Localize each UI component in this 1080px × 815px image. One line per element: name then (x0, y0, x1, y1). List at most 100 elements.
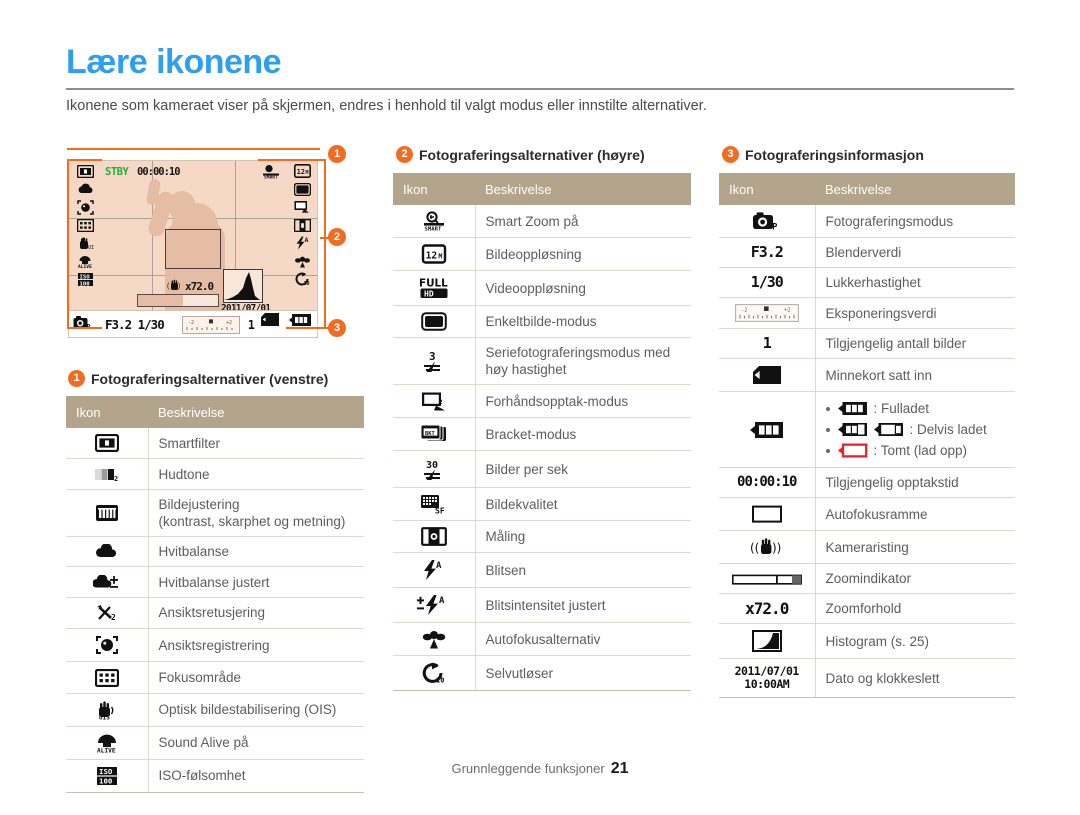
column-header-ikon: Ikon (66, 396, 148, 428)
svg-text:FULL: FULL (419, 278, 448, 290)
row-description: Bilder per sek (475, 450, 691, 488)
svg-text:12: 12 (425, 250, 437, 261)
svg-text:2: 2 (111, 613, 116, 622)
histogram-overlay (223, 269, 263, 303)
callout-marker-3: 3 (328, 319, 346, 337)
svg-text:30: 30 (426, 460, 438, 471)
white-balance-adj-icon (66, 566, 149, 598)
pre-record-icon: 2 (393, 384, 476, 418)
battery-empty-label: : Tomt (lad opp) (873, 443, 968, 459)
table-row: 30 Bilder per sek (393, 450, 691, 488)
battery-partial-label: : Delvis ladet (909, 422, 987, 438)
svg-text:2: 2 (114, 475, 118, 483)
row-description: Blenderverdi (815, 237, 1015, 268)
histogram-icon (719, 623, 816, 660)
svg-text:A: A (436, 561, 442, 571)
svg-text:M: M (438, 252, 442, 260)
table-row: OIS Optisk bildestabilisering (OIS) (66, 693, 364, 727)
table-row: 2 Forhåndsopptak-modus (393, 384, 691, 418)
svg-text:((: (( (750, 541, 759, 555)
battery-low-icon (873, 422, 904, 437)
self-timer-icon: 10 (393, 655, 476, 691)
callout-marker-2: 2 (328, 228, 346, 246)
row-description: Bildekvalitet (475, 487, 691, 521)
row-description: Smartfilter (148, 428, 364, 460)
svg-text:ALIVE: ALIVE (97, 747, 116, 753)
battery-state-full: : Fulladet (825, 398, 1012, 419)
callout-marker-1: 1 (328, 145, 346, 163)
svg-text:-2: -2 (188, 320, 194, 326)
aperture-text: F3.2 (719, 237, 816, 268)
row-description: Seriefotograferingsmodus med høy hastigh… (475, 337, 691, 385)
camera-screen-illustration: OIS ALIVE ISO100 12M A (67, 148, 334, 338)
svg-text:BKT: BKT (425, 431, 435, 437)
row-description: Minnekort satt inn (815, 358, 1015, 393)
face-registration-icon (66, 628, 149, 663)
callout-bracket-right (286, 159, 326, 329)
shooting-info-table: Ikon Beskrivelse P Fotograferingsmodus F… (719, 173, 1015, 699)
date-time-text: 2011/07/01 10:00AM (719, 658, 816, 699)
exposure-scale-icon: -2 +2 (719, 297, 816, 330)
camera-shake-icon: (()) (719, 530, 816, 565)
table-row: SF Bildekvalitet (393, 487, 691, 521)
aperture-shutter-overlay: F3.2 1/30 (105, 317, 165, 332)
row-description: Ansiktsretusjering (148, 597, 364, 630)
metering-icon (393, 520, 476, 553)
section-badge-1: 1 (68, 370, 85, 387)
fps-30-icon: 30 (393, 450, 476, 488)
image-resolution-icon: 12 M (393, 237, 476, 271)
right-options-table: Ikon Beskrivelse SMART Smart Zoom på 12 M… (393, 173, 691, 691)
shots-count-text: 1 (719, 328, 816, 360)
table-row: 2 Ansiktsretusjering (66, 597, 364, 630)
row-description: Hvitbalanse justert (148, 566, 364, 598)
memory-card-icon (719, 358, 816, 393)
svg-text:-2: -2 (741, 308, 748, 314)
section-heading-2: 2 Fotograferingsalternativer (høyre) (396, 146, 645, 163)
row-description: Autofokusramme (815, 497, 1015, 532)
row-description: Histogram (s. 25) (815, 623, 1015, 660)
shots-remaining-overlay: 1 (247, 318, 255, 332)
svg-text:SMART: SMART (424, 227, 441, 231)
smart-filter-icon (66, 428, 149, 460)
bullet-dot (825, 406, 830, 411)
table-row: 3 Seriefotograferingsmodus med høy hasti… (393, 337, 691, 385)
svg-text:OIS: OIS (99, 714, 110, 720)
svg-text:2: 2 (439, 399, 443, 406)
sound-alive-icon: ALIVE (66, 726, 149, 760)
row-description: Fotograferingsmodus (815, 205, 1015, 238)
svg-text:A: A (439, 596, 445, 606)
table-row: Minnekort satt inn (719, 358, 1015, 393)
shutter-text: 1/30 (719, 267, 816, 298)
bullet-dot (825, 448, 830, 453)
ois-icon: OIS (66, 693, 149, 727)
time-text: 10:00AM (744, 677, 790, 692)
table-row: -2 +2 Eksponeringsverdi (719, 297, 1015, 330)
row-description: Måling (475, 520, 691, 553)
column-header-ikon: Ikon (393, 173, 475, 205)
image-quality-icon: SF (393, 487, 476, 521)
battery-empty-icon (837, 443, 868, 458)
white-balance-icon (66, 536, 149, 568)
burst-3fps-icon: 3 (393, 337, 476, 385)
svg-text:P: P (772, 223, 778, 231)
row-description: Optisk bildestabilisering (OIS) (148, 693, 364, 727)
table-header-row: Ikon Beskrivelse (393, 173, 691, 205)
section-badge-2: 2 (396, 146, 413, 163)
section-title-2: Fotograferingsalternativer (høyre) (419, 146, 645, 163)
table-row: Fokusområde (66, 661, 364, 694)
table-row: Smartfilter (66, 428, 364, 460)
row-description: Lukkerhastighet (815, 267, 1015, 298)
svg-text:HD: HD (424, 289, 434, 298)
table-row: 1 Tilgjengelig antall bilder (719, 328, 1015, 360)
table-row: ALIVE Sound Alive på (66, 726, 364, 760)
table-row: SMART Smart Zoom på (393, 205, 691, 238)
row-description: Bildejustering (kontrast, skarphet og me… (148, 489, 364, 537)
table-row: 1/30 Lukkerhastighet (719, 267, 1015, 298)
page-footer: Grunnleggende funksjoner 21 (0, 760, 1080, 778)
row-description: Videooppløsning (475, 270, 691, 306)
table-header-row: Ikon Beskrivelse (719, 173, 1015, 205)
row-description: Dato og klokkeslett (815, 658, 1015, 699)
table-row: BKT Bracket-modus (393, 417, 691, 451)
table-row: Enkeltbilde-modus (393, 305, 691, 338)
row-description: Smart Zoom på (475, 205, 691, 238)
